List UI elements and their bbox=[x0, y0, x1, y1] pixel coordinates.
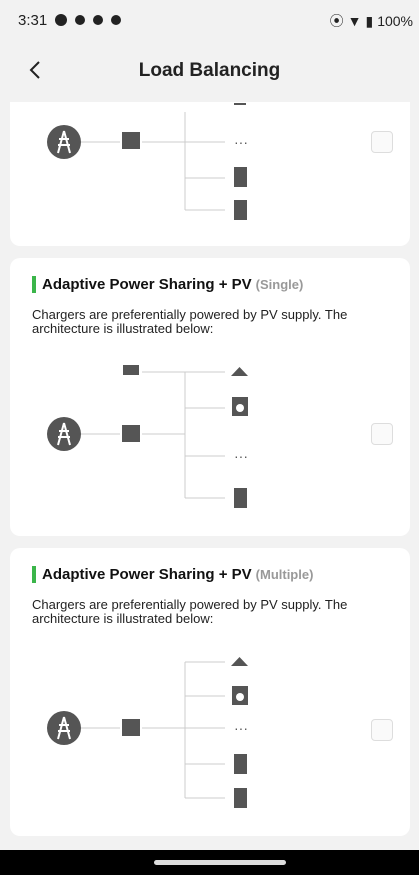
system-icons: ⦿ ▼ ▮ 100% bbox=[330, 11, 413, 31]
notification-icon bbox=[75, 15, 86, 25]
charger-icon bbox=[234, 488, 247, 508]
notification-icon bbox=[93, 15, 104, 25]
diagram-lines bbox=[81, 103, 247, 220]
back-icon[interactable] bbox=[24, 58, 48, 82]
page-title: Load Balancing bbox=[138, 60, 281, 81]
lamp-icon bbox=[231, 367, 248, 377]
status-time: 3:31 bbox=[18, 11, 48, 29]
washing-machine-icon bbox=[232, 397, 248, 416]
more-icon: ··· bbox=[234, 134, 248, 150]
mode-card-2[interactable]: Adaptive Power Sharing + PV (Single) Cha… bbox=[10, 258, 410, 536]
vibrate-icon: ⦿ bbox=[329, 13, 344, 29]
washing-machine-icon bbox=[232, 686, 248, 705]
home-indicator[interactable] bbox=[154, 860, 286, 865]
diagram-lines bbox=[81, 657, 248, 808]
mode-card-1[interactable]: ··· bbox=[10, 102, 410, 246]
app-bar: Load Balancing bbox=[0, 40, 419, 102]
charger-icon bbox=[234, 788, 247, 808]
chevron-right-icon[interactable] bbox=[371, 719, 393, 741]
battery-icon: ▮ bbox=[365, 12, 374, 29]
notification-icon bbox=[111, 15, 122, 25]
more-icon: ··· bbox=[234, 448, 248, 464]
more-icon: ··· bbox=[234, 720, 248, 736]
mode-card-3[interactable]: Adaptive Power Sharing + PV (Multiple) C… bbox=[10, 548, 410, 836]
wifi-icon: ▼ bbox=[347, 13, 362, 29]
notification-icon bbox=[55, 14, 68, 26]
diagram-lines bbox=[81, 365, 248, 508]
chevron-right-icon[interactable] bbox=[371, 423, 393, 445]
lamp-icon bbox=[231, 657, 248, 667]
solar-panel-icon bbox=[122, 358, 140, 362]
chevron-right-icon[interactable] bbox=[371, 131, 393, 153]
battery-level: 100% bbox=[377, 13, 413, 29]
charger-icon bbox=[234, 754, 247, 774]
status-bar: 3:31 ⦿ ▼ ▮ 100% bbox=[0, 0, 419, 40]
tower-glyph bbox=[57, 130, 71, 154]
notification-icons bbox=[55, 14, 122, 26]
navigation-bar bbox=[0, 850, 419, 875]
